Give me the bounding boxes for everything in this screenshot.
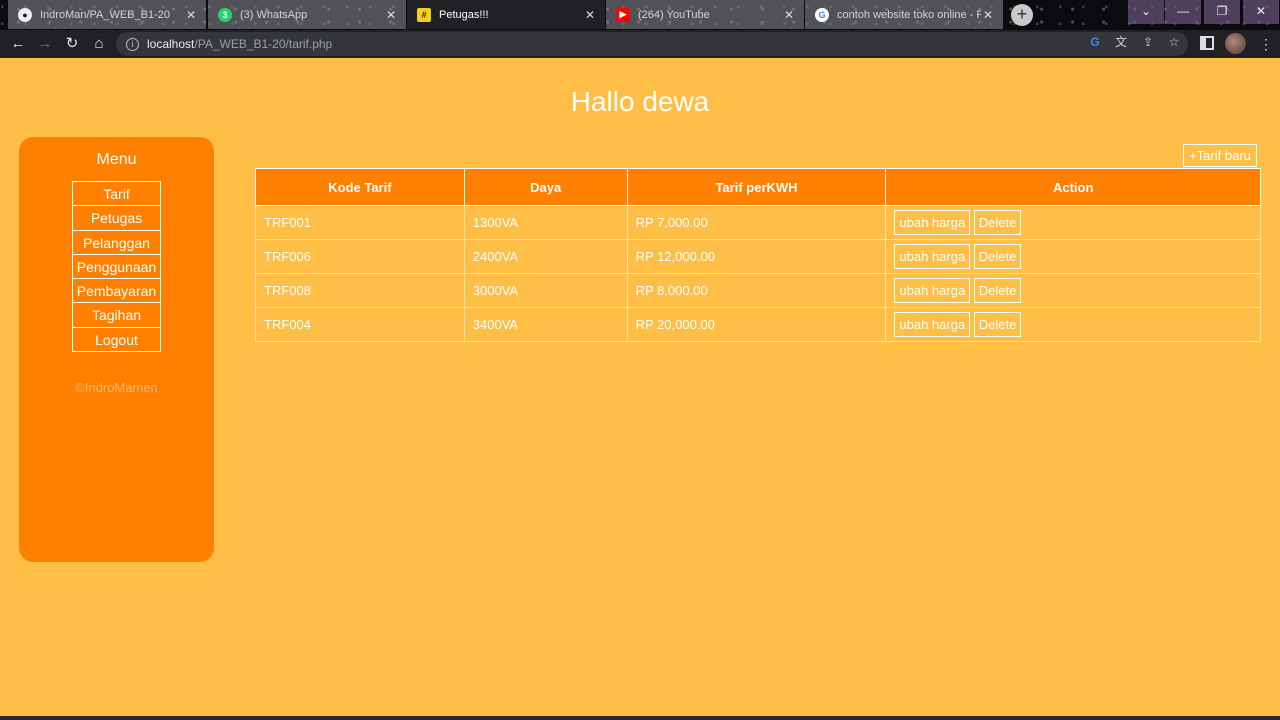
table-row: TRF004 3400VA RP 20,000.00 ubah harga De… — [255, 307, 1261, 342]
sidebar-item-logout[interactable]: Logout — [72, 326, 161, 353]
whatsapp-icon: 3 — [218, 7, 232, 22]
tab-search-icon[interactable]: ⌄ — [1128, 0, 1164, 24]
translate-icon[interactable]: 文 — [1113, 34, 1129, 50]
hash-icon: # — [417, 7, 431, 22]
close-icon[interactable]: ✕ — [782, 8, 796, 22]
delete-button[interactable]: Delete — [973, 278, 1022, 303]
table-row: TRF001 1300VA RP 7,000.00 ubah harga Del… — [255, 205, 1261, 240]
url-path: /PA_WEB_B1-20/tarif.php — [194, 37, 333, 51]
column-header-kode: Kode Tarif — [255, 168, 465, 206]
close-icon[interactable]: ✕ — [184, 8, 198, 22]
browser-toolbar: ← → ↻ ⌂ i localhost/PA_WEB_B1-20/tarif.p… — [0, 30, 1280, 58]
new-tab-button[interactable]: + — [1011, 4, 1033, 26]
cell-kode: TRF006 — [255, 239, 465, 274]
cell-kode: TRF001 — [255, 205, 465, 240]
side-panel-icon[interactable] — [1200, 36, 1214, 50]
bookmark-star-icon[interactable]: ☆ — [1166, 34, 1182, 50]
taskbar-edge — [0, 716, 1280, 720]
cell-action: ubah harga Delete — [885, 239, 1261, 274]
tab-title: IndroMan/PA_WEB_B1-20 — [40, 8, 171, 21]
close-icon[interactable]: ✕ — [981, 8, 995, 22]
cell-daya: 3400VA — [463, 307, 628, 342]
sidebar-item-pelanggan[interactable]: Pelanggan — [72, 229, 161, 255]
edit-price-button[interactable]: ubah harga — [894, 312, 971, 337]
sidebar: Menu Tarif Petugas Pelanggan Penggunaan … — [19, 137, 214, 562]
sidebar-item-petugas[interactable]: Petugas — [72, 205, 161, 231]
sidebar-item-tarif[interactable]: Tarif — [72, 181, 161, 207]
sidebar-title: Menu — [96, 151, 137, 168]
cell-action: ubah harga Delete — [885, 273, 1261, 308]
minimize-icon[interactable]: — — [1165, 0, 1201, 24]
column-header-action: Action — [885, 168, 1261, 206]
browser-tab[interactable]: 3 (3) WhatsApp ✕ — [208, 0, 406, 29]
tab-title: (3) WhatsApp — [240, 8, 308, 21]
sidebar-menu: Tarif Petugas Pelanggan Penggunaan Pemba… — [72, 181, 161, 353]
sidebar-item-tagihan[interactable]: Tagihan — [72, 302, 161, 328]
forward-arrow-icon[interactable]: → — [35, 34, 55, 54]
back-arrow-icon[interactable]: ← — [8, 34, 28, 54]
edit-price-button[interactable]: ubah harga — [894, 278, 971, 303]
cell-tarif: RP 7,000.00 — [626, 205, 887, 240]
table-row: TRF008 3000VA RP 8,000.00 ubah harga Del… — [255, 273, 1261, 308]
table-row: TRF006 2400VA RP 12,000.00 ubah harga De… — [255, 239, 1261, 274]
cell-tarif: RP 20,000.00 — [626, 307, 887, 342]
sidebar-item-pembayaran[interactable]: Pembayaran — [72, 278, 161, 304]
maximize-icon[interactable]: ❐ — [1204, 0, 1240, 24]
cell-kode: TRF008 — [255, 273, 465, 308]
github-icon: ● — [18, 7, 32, 22]
cell-tarif: RP 12,000.00 — [626, 239, 887, 274]
window-close-icon[interactable]: ✕ — [1243, 0, 1279, 24]
browser-tab-bar: ● IndroMan/PA_WEB_B1-20 ✕ 3 (3) WhatsApp… — [0, 0, 1280, 30]
home-icon[interactable]: ⌂ — [89, 34, 109, 54]
more-menu-icon[interactable]: ⋮ — [1259, 34, 1273, 54]
close-icon[interactable]: ✕ — [583, 8, 597, 22]
edit-price-button[interactable]: ubah harga — [894, 244, 971, 269]
delete-button[interactable]: Delete — [973, 210, 1022, 235]
page-title: Hallo dewa — [570, 86, 710, 117]
browser-tab[interactable]: ▶ (264) YouTube ✕ — [606, 0, 804, 29]
browser-tab[interactable]: G contoh website toko online - Pe ✕ — [805, 0, 1003, 29]
share-icon[interactable]: ⇪ — [1140, 34, 1156, 50]
sidebar-item-penggunaan[interactable]: Penggunaan — [72, 253, 161, 280]
cell-kode: TRF004 — [255, 307, 465, 342]
edit-price-button[interactable]: ubah harga — [894, 210, 971, 235]
cell-action: ubah harga Delete — [885, 307, 1261, 342]
tarif-table: Kode Tarif Daya Tarif perKWH Action TRF0… — [255, 168, 1261, 342]
tab-title: contoh website toko online - Pe — [837, 8, 981, 21]
column-header-daya: Daya — [463, 168, 628, 206]
google-icon: G — [815, 7, 829, 22]
tab-title: Petugas!!! — [439, 8, 489, 21]
copyright-text: ©IndroMamen — [75, 380, 158, 395]
cell-daya: 2400VA — [463, 239, 628, 274]
add-tarif-button[interactable]: +Tarif baru — [1183, 144, 1257, 167]
table-header-row: Kode Tarif Daya Tarif perKWH Action — [255, 168, 1261, 206]
cell-action: ubah harga Delete — [885, 205, 1261, 240]
delete-button[interactable]: Delete — [973, 312, 1022, 337]
column-header-tarif: Tarif perKWH — [626, 168, 887, 206]
tab-title: (264) YouTube — [638, 8, 710, 21]
cell-daya: 3000VA — [463, 273, 628, 308]
youtube-icon: ▶ — [616, 7, 630, 22]
browser-tab[interactable]: ● IndroMan/PA_WEB_B1-20 ✕ — [8, 0, 206, 29]
browser-tab-active[interactable]: # Petugas!!! ✕ — [407, 0, 605, 29]
cell-daya: 1300VA — [463, 205, 628, 240]
reload-icon[interactable]: ↻ — [62, 34, 82, 54]
cell-tarif: RP 8,000.00 — [626, 273, 887, 308]
site-info-icon[interactable]: i — [126, 37, 139, 51]
google-lens-icon[interactable]: G — [1087, 34, 1103, 50]
address-bar[interactable]: i localhost/PA_WEB_B1-20/tarif.php — [116, 32, 1188, 56]
url-host: localhost — [147, 37, 195, 51]
delete-button[interactable]: Delete — [973, 244, 1022, 269]
close-icon[interactable]: ✕ — [384, 8, 398, 22]
avatar[interactable] — [1225, 33, 1246, 54]
